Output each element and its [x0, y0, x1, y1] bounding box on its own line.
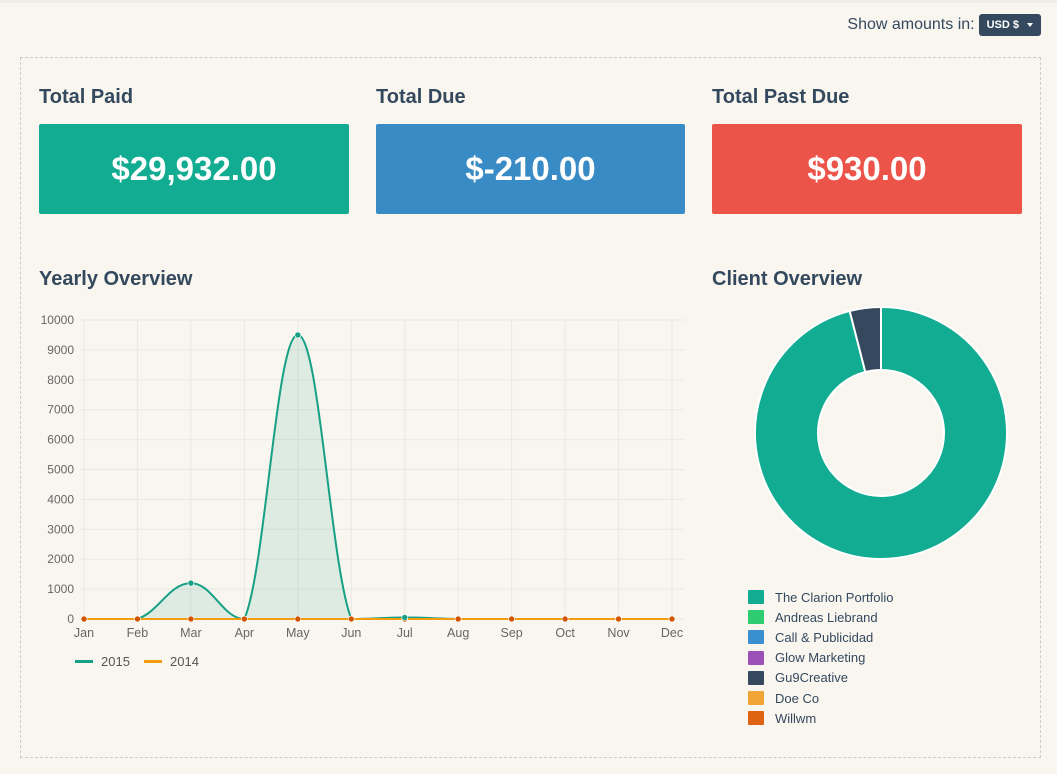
client-legend: The Clarion Portfolio Andreas Liebrand C…	[748, 587, 894, 728]
y-tick-label: 3000	[47, 522, 74, 536]
client-name: Glow Marketing	[775, 650, 866, 666]
legend-2015-swatch	[75, 660, 93, 663]
series-2015-point	[347, 615, 355, 623]
series-2015-point	[294, 331, 302, 339]
client-legend-item[interactable]: Andreas Liebrand	[748, 607, 894, 627]
legend-2014-swatch	[144, 660, 162, 663]
client-name: The Clarion Portfolio	[775, 589, 894, 605]
series-2014-point	[187, 615, 195, 623]
x-tick-label: May	[286, 626, 310, 640]
series-2015-point	[561, 615, 569, 623]
legend-2014[interactable]: 2014	[144, 654, 199, 669]
y-tick-label: 9000	[47, 343, 74, 357]
x-tick-label: Sep	[501, 626, 523, 640]
series-2015-point	[615, 615, 622, 623]
client-swatch	[748, 650, 764, 665]
client-swatch	[748, 691, 764, 706]
x-tick-label: Mar	[180, 626, 202, 640]
series-2015-area	[84, 334, 672, 619]
x-tick-label: Aug	[447, 626, 469, 640]
client-name: Call & Publicidad	[775, 629, 874, 645]
y-tick-label: 2000	[47, 552, 74, 566]
x-tick-label: Feb	[127, 626, 149, 640]
x-tick-label: Jun	[341, 626, 361, 640]
y-tick-label: 7000	[47, 403, 74, 417]
series-2015-point	[401, 614, 409, 621]
client-name: Doe Co	[775, 690, 820, 706]
legend-2014-label: 2014	[170, 654, 199, 669]
y-tick-label: 5000	[47, 463, 74, 477]
y-tick-label: 1000	[47, 582, 74, 596]
series-2015-point	[508, 615, 515, 623]
y-tick-label: 0	[67, 612, 74, 626]
client-name: Andreas Liebrand	[775, 609, 878, 625]
series-2015-point	[187, 579, 195, 587]
series-2015-line	[84, 333, 672, 621]
series-2015-point	[241, 615, 248, 623]
y-tick-label: 6000	[47, 433, 74, 447]
client-swatch	[748, 610, 764, 625]
client-swatch	[748, 670, 764, 685]
series-2014-point	[294, 615, 302, 623]
legend-2015[interactable]: 2015	[75, 654, 130, 669]
client-name: Gu9Creative	[775, 670, 848, 686]
series-2015-point	[80, 615, 88, 623]
client-legend-item[interactable]: Willwm	[748, 708, 894, 728]
client-legend-item[interactable]: The Clarion Portfolio	[748, 587, 894, 607]
client-swatch	[748, 711, 764, 726]
client-legend-item[interactable]: Glow Marketing	[748, 648, 894, 668]
series-2015-point	[668, 615, 676, 623]
y-tick-label: 10000	[41, 313, 75, 327]
y-tick-label: 4000	[47, 492, 74, 506]
client-legend-item[interactable]: Gu9Creative	[748, 668, 894, 688]
series-2015-point	[454, 615, 462, 623]
x-tick-label: Oct	[555, 626, 575, 640]
y-tick-label: 8000	[47, 373, 74, 387]
x-tick-label: Jan	[74, 626, 94, 640]
legend-2015-label: 2015	[101, 654, 130, 669]
client-swatch	[748, 590, 764, 605]
series-2015-point	[134, 615, 141, 623]
client-legend-item[interactable]: Doe Co	[748, 688, 894, 708]
x-tick-label: Jul	[397, 626, 413, 640]
client-swatch	[748, 630, 764, 645]
client-legend-item[interactable]: Call & Publicidad	[748, 627, 894, 647]
x-tick-label: Dec	[661, 626, 683, 640]
client-name: Willwm	[775, 710, 817, 726]
x-tick-label: Apr	[235, 626, 254, 640]
x-tick-label: Nov	[607, 626, 630, 640]
